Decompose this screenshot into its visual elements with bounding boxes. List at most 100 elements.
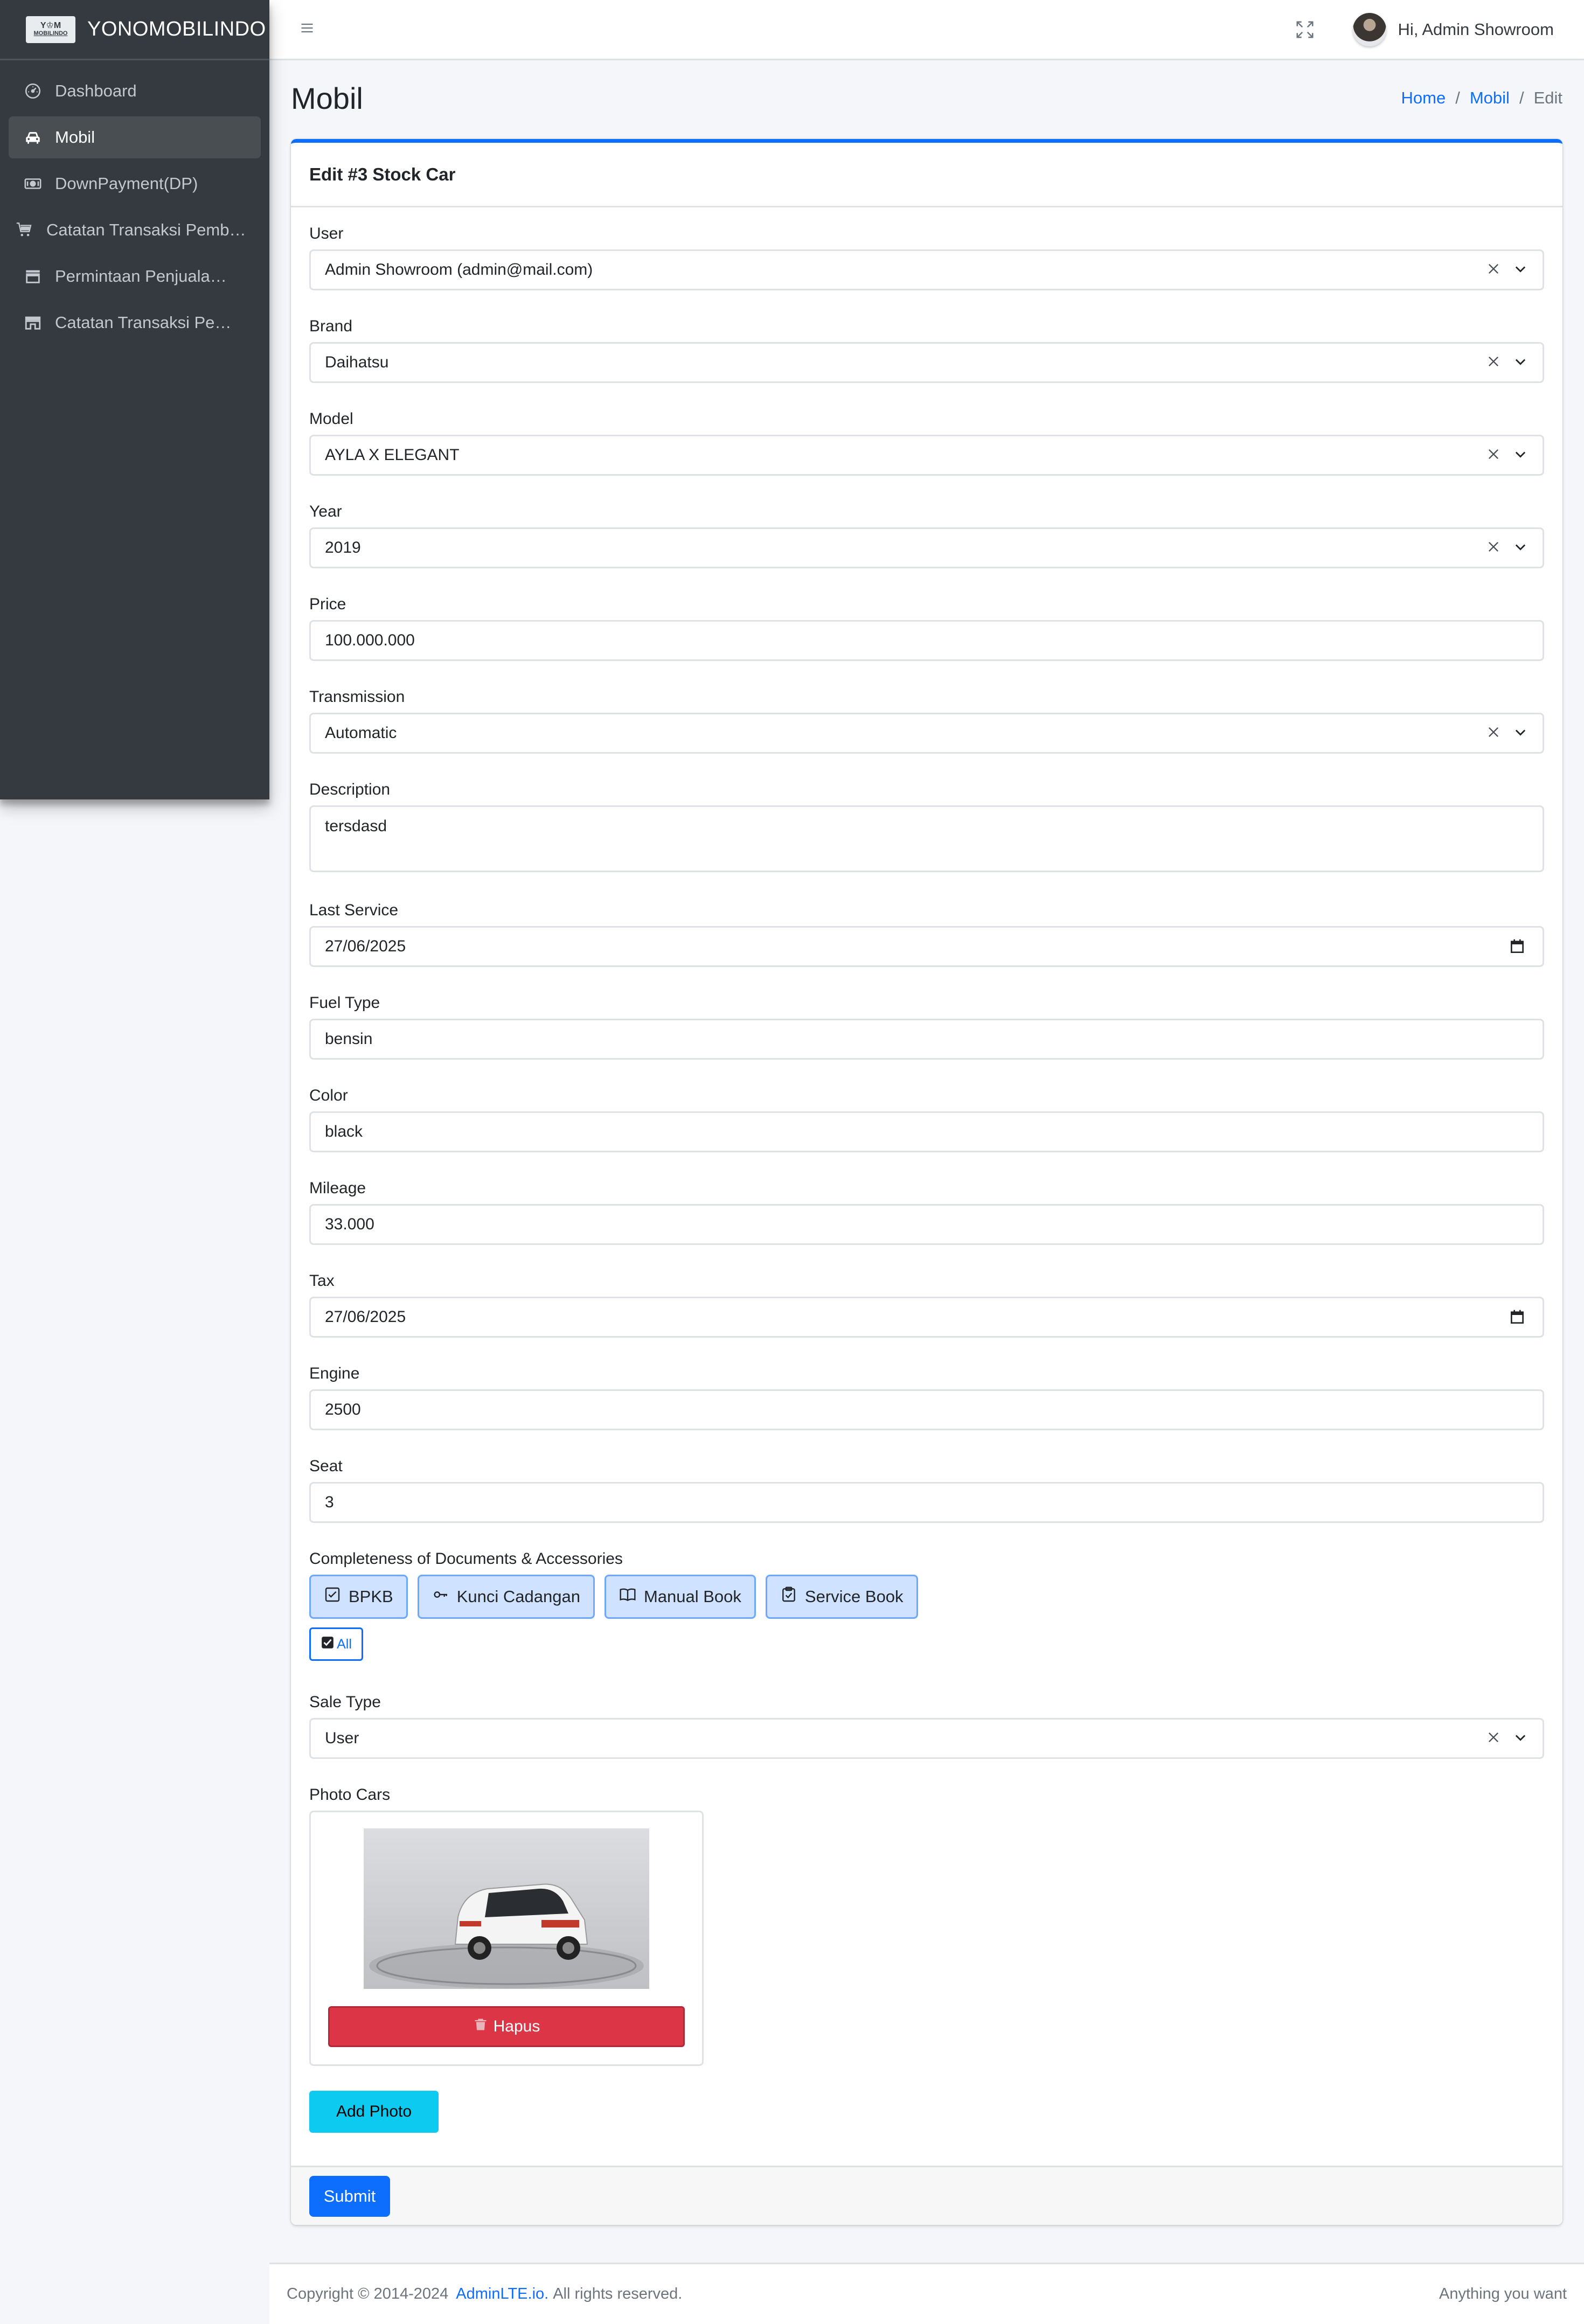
delete-photo-button[interactable]: Hapus	[328, 2006, 685, 2047]
fuel-type-label: Fuel Type	[309, 994, 380, 1012]
card-footer: Submit	[291, 2166, 1562, 2225]
sidebar: Y♔M MOBILINDO YONOMOBILINDO Dashboard Mo…	[0, 0, 269, 799]
color-label: Color	[309, 1087, 348, 1104]
sidebar-item-permintaan-penjualan[interactable]: Permintaan Penjualan Mobil	[9, 255, 261, 297]
clear-icon[interactable]	[1486, 261, 1501, 279]
clear-icon[interactable]	[1486, 539, 1501, 557]
store-icon	[23, 266, 43, 287]
rights-text: All rights reserved.	[553, 2285, 683, 2302]
price-label: Price	[309, 595, 346, 613]
sidebar-item-dashboard[interactable]: Dashboard	[9, 70, 261, 112]
bpkb-label: BPKB	[349, 1587, 393, 1606]
user-select[interactable]: Admin Showroom (admin@mail.com)	[309, 249, 1544, 290]
clear-icon[interactable]	[1486, 1730, 1501, 1748]
breadcrumb-home-link[interactable]: Home	[1401, 88, 1446, 108]
page-title: Mobil	[291, 81, 363, 115]
service-book-toggle[interactable]: Service Book	[765, 1575, 918, 1619]
select-all-button[interactable]: All	[309, 1627, 363, 1661]
card-header: Edit #3 Stock Car	[291, 143, 1562, 207]
user-group: User Admin Showroom (admin@mail.com)	[309, 218, 1544, 290]
service-book-label: Service Book	[804, 1587, 904, 1606]
clear-icon[interactable]	[1486, 354, 1501, 372]
user-menu[interactable]: Hi, Admin Showroom	[1398, 20, 1554, 39]
tax-date-input[interactable]: 27/06/2025	[309, 1297, 1544, 1338]
breadcrumb: Home / Mobil / Edit	[1401, 88, 1562, 108]
chevron-down-icon[interactable]	[1513, 1730, 1528, 1748]
description-textarea[interactable]: tersdasd	[309, 805, 1544, 872]
mileage-group: Mileage 33.000	[309, 1173, 1544, 1245]
content-header: Mobil Home / Mobil / Edit	[269, 60, 1584, 136]
year-group: Year 2019	[309, 496, 1544, 568]
menu-toggle-icon[interactable]	[300, 20, 315, 38]
chevron-down-icon[interactable]	[1513, 539, 1528, 557]
dashboard-icon	[23, 81, 43, 101]
footer-right-text: Anything you want	[1439, 2285, 1567, 2302]
brand-link[interactable]: Y♔M MOBILINDO YONOMOBILINDO	[0, 0, 269, 60]
clipboard-check-icon	[780, 1586, 797, 1608]
model-label: Model	[309, 410, 353, 428]
price-input[interactable]: 100.000.000	[309, 620, 1544, 661]
brand-logo-text: Y♔M	[40, 21, 61, 31]
brand-select[interactable]: Daihatsu	[309, 342, 1544, 383]
seat-input[interactable]: 3	[309, 1482, 1544, 1523]
manual-book-label: Manual Book	[643, 1587, 741, 1606]
fullscreen-icon[interactable]	[1295, 19, 1315, 40]
sidebar-item-label: Permintaan Penjualan Mobil	[55, 267, 233, 286]
breadcrumb-mobil-link[interactable]: Mobil	[1470, 88, 1510, 108]
year-select[interactable]: 2019	[309, 527, 1544, 568]
calendar-icon[interactable]	[1509, 1309, 1526, 1326]
bpkb-toggle[interactable]: BPKB	[309, 1575, 408, 1619]
car-icon	[23, 127, 43, 148]
chevron-down-icon[interactable]	[1513, 354, 1528, 372]
last-service-date-input[interactable]: 27/06/2025	[309, 926, 1544, 967]
kunci-cadangan-toggle[interactable]: Kunci Cadangan	[417, 1575, 595, 1619]
check-square-icon	[324, 1586, 341, 1608]
brand-logo: Y♔M MOBILINDO	[26, 16, 75, 43]
completeness-chips: BPKB Kunci Cadangan Manual Book Service …	[309, 1575, 1544, 1619]
color-input[interactable]: black	[309, 1111, 1544, 1152]
delete-photo-label: Hapus	[493, 2017, 540, 2035]
model-group: Model AYLA X ELEGANT	[309, 403, 1544, 476]
chevron-down-icon[interactable]	[1513, 725, 1528, 742]
chevron-down-icon[interactable]	[1513, 447, 1528, 464]
sale-type-group: Sale Type User	[309, 1687, 1544, 1759]
add-photo-button[interactable]: Add Photo	[309, 2091, 439, 2133]
avatar[interactable]	[1352, 12, 1386, 46]
fuel-type-input[interactable]: bensin	[309, 1019, 1544, 1060]
engine-input[interactable]: 2500	[309, 1389, 1544, 1430]
sidebar-item-downpayment[interactable]: DownPayment(DP)	[9, 163, 261, 205]
chevron-down-icon[interactable]	[1513, 261, 1528, 279]
transmission-select[interactable]: Automatic	[309, 713, 1544, 754]
calendar-icon[interactable]	[1509, 938, 1526, 955]
clear-icon[interactable]	[1486, 447, 1501, 464]
mileage-label: Mileage	[309, 1179, 366, 1197]
tax-group: Tax 27/06/2025	[309, 1265, 1544, 1338]
sidebar-nav: Dashboard Mobil DownPayment(DP) Catatan …	[0, 60, 269, 358]
sidebar-item-catatan-pembelian[interactable]: Catatan Transaksi Pembelian	[9, 209, 261, 251]
clear-icon[interactable]	[1486, 725, 1501, 742]
kunci-cadangan-label: Kunci Cadangan	[456, 1587, 580, 1606]
sidebar-item-label: DownPayment(DP)	[55, 174, 198, 193]
submit-button[interactable]: Submit	[309, 2175, 390, 2217]
engine-label: Engine	[309, 1365, 360, 1382]
transmission-label: Transmission	[309, 688, 405, 706]
sidebar-item-mobil[interactable]: Mobil	[9, 116, 261, 158]
photo-card: Hapus	[309, 1811, 704, 2066]
manual-book-toggle[interactable]: Manual Book	[604, 1575, 756, 1619]
mileage-input[interactable]: 33.000	[309, 1204, 1544, 1245]
sidebar-item-catatan-penjualan[interactable]: Catatan Transaksi Penjualan	[9, 302, 261, 344]
price-group: Price 100.000.000	[309, 589, 1544, 661]
card-body: User Admin Showroom (admin@mail.com) Bra…	[291, 207, 1562, 2133]
seat-group: Seat 3	[309, 1451, 1544, 1523]
brand-group: Brand Daihatsu	[309, 311, 1544, 383]
sale-type-select[interactable]: User	[309, 1718, 1544, 1759]
car-photo-illustration	[364, 1828, 649, 1989]
sidebar-item-label: Catatan Transaksi Pembelian	[46, 220, 247, 239]
photos-group: Photo Cars Hapus Add Photo	[309, 1779, 1544, 2133]
last-service-label: Last Service	[309, 901, 399, 919]
page-footer: Copyright © 2014-2024 AdminLTE.io. All r…	[269, 2263, 1584, 2324]
last-service-group: Last Service 27/06/2025	[309, 895, 1544, 967]
adminlte-link[interactable]: AdminLTE.io.	[456, 2285, 548, 2303]
sidebar-item-label: Dashboard	[55, 81, 137, 100]
model-select[interactable]: AYLA X ELEGANT	[309, 435, 1544, 476]
